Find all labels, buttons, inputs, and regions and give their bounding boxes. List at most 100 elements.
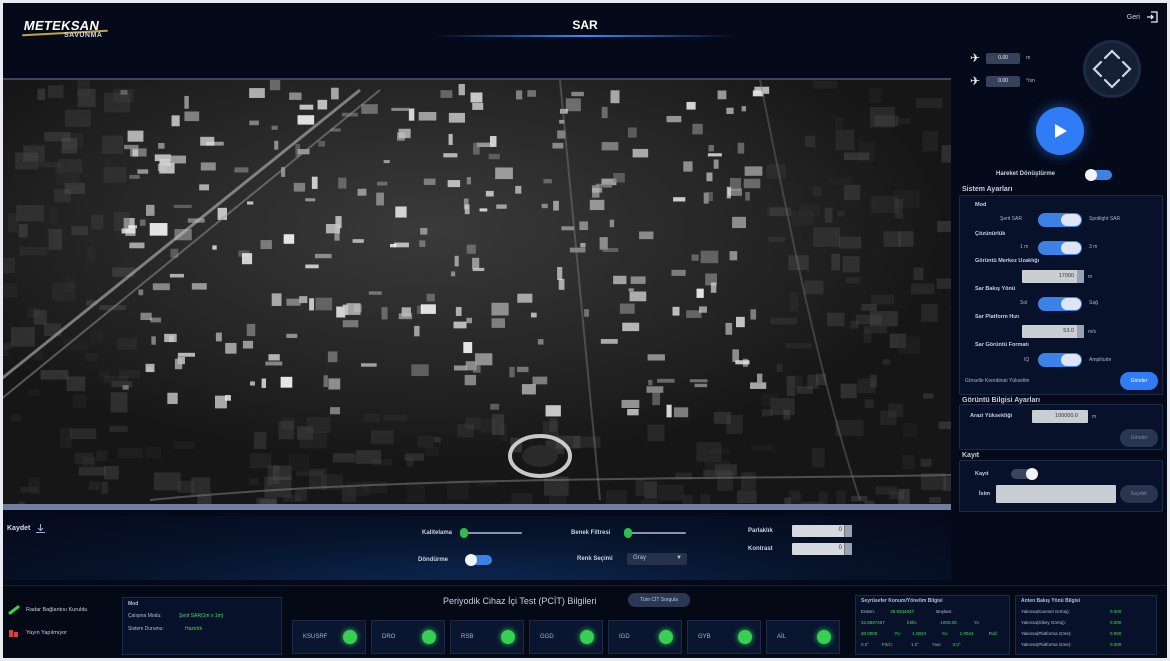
sar-speckle — [750, 309, 757, 320]
sar-speckle — [110, 392, 128, 413]
sar-speckle — [923, 393, 934, 399]
sar-speckle — [448, 133, 453, 145]
contrast-input[interactable]: 0 — [792, 543, 852, 555]
mode-toggle[interactable] — [1038, 213, 1082, 227]
antenna-cell-value: 0.000 — [1110, 642, 1122, 647]
sar-speckle — [121, 228, 136, 234]
sar-speckle — [756, 373, 763, 384]
terrain-height-input[interactable]: 100000.0 — [1032, 410, 1088, 423]
sar-image-viewer[interactable] — [0, 78, 951, 510]
sar-speckle — [863, 329, 872, 343]
sar-speckle — [330, 407, 341, 415]
sar-speckle — [811, 448, 825, 468]
sar-speckle — [509, 366, 515, 378]
platform-speed-input[interactable]: 53.0 — [1022, 325, 1084, 338]
sar-speckle — [589, 199, 605, 211]
contrast-spinner[interactable] — [844, 543, 852, 555]
sar-speckle — [363, 413, 380, 423]
motion-toggle[interactable] — [1085, 169, 1112, 181]
sar-speckle — [128, 225, 138, 229]
sar-speckle — [18, 501, 25, 504]
sar-speckle — [325, 223, 340, 234]
sar-speckle — [153, 472, 181, 491]
sar-speckle — [127, 130, 144, 142]
record-save-button[interactable]: Kaydet — [1120, 485, 1158, 503]
record-name-input[interactable] — [996, 485, 1116, 503]
navigation-cell: 32.8597457 — [861, 620, 885, 625]
sar-speckle — [470, 92, 483, 103]
sar-speckle — [332, 453, 356, 463]
sar-speckle — [177, 356, 185, 365]
save-image-button[interactable]: Kaydet — [7, 524, 46, 533]
sar-speckle — [286, 298, 301, 306]
image-format-toggle[interactable] — [1038, 353, 1082, 367]
sar-speckle — [553, 200, 559, 211]
sar-speckle — [571, 91, 584, 97]
sar-speckle — [796, 386, 813, 394]
pct-tile-igd: IGD — [608, 620, 682, 654]
sar-speckle — [37, 161, 62, 168]
pct-tile-gyb: GYB — [687, 620, 761, 654]
sar-speckle — [630, 276, 646, 284]
sar-speckle — [883, 231, 901, 247]
sar-speckle — [541, 203, 548, 209]
link-icon — [8, 605, 20, 615]
navigation-cell: Boylam: — [936, 609, 953, 614]
brightness-spinner[interactable] — [844, 525, 852, 537]
sar-speckle — [346, 303, 361, 315]
sar-speckle — [463, 342, 473, 354]
exit-button[interactable]: Geri — [1127, 11, 1158, 23]
flight-value-1[interactable]: 0.00 — [986, 52, 1021, 64]
sar-speckle — [15, 152, 39, 170]
sar-speckle — [466, 244, 476, 254]
contrast-slider[interactable] — [460, 528, 522, 538]
sar-speckle — [491, 302, 509, 316]
record-state-label: Kayıt — [975, 471, 989, 477]
sar-speckle — [383, 160, 390, 164]
speckle-filter-slider[interactable] — [624, 528, 686, 538]
sar-speckle — [376, 192, 384, 206]
brightness-input[interactable]: 0 — [792, 525, 852, 537]
sar-speckle — [352, 239, 364, 243]
antenna-cell-value: 0.000 — [1110, 631, 1122, 636]
sar-speckle — [19, 246, 48, 256]
mode-info-title: Mod — [128, 601, 139, 607]
sar-speckle — [836, 490, 846, 504]
sar-speckle — [269, 80, 281, 91]
sar-speckle — [323, 375, 328, 388]
sar-speckle — [855, 314, 882, 325]
sar-speckle — [328, 378, 341, 390]
sar-speckle — [103, 167, 127, 183]
center-distance-input[interactable]: 17000 — [1022, 270, 1084, 283]
resolution-toggle[interactable] — [1038, 241, 1082, 255]
sar-speckle — [706, 172, 713, 182]
sar-speckle — [898, 336, 921, 354]
sar-speckle — [355, 450, 382, 464]
flight-value-2[interactable]: 0.00 — [986, 75, 1021, 87]
sar-speckle — [837, 210, 845, 217]
system-send-button[interactable]: Gönder — [1120, 372, 1158, 390]
rotate-toggle[interactable] — [465, 554, 492, 566]
sar-speckle — [411, 364, 429, 377]
sar-speckle — [472, 102, 484, 110]
play-button[interactable] — [1036, 107, 1084, 155]
contrast-slider-knob[interactable] — [460, 528, 468, 538]
navigation-cell: Yo: — [894, 631, 901, 636]
sar-speckle — [857, 378, 876, 394]
direction-pad[interactable] — [1083, 40, 1141, 98]
speckle-filter-knob[interactable] — [624, 528, 632, 538]
sar-speckle — [152, 283, 170, 291]
sar-speckle — [694, 383, 708, 388]
sar-speckle — [102, 135, 124, 155]
color-select[interactable]: Gray ▼ — [627, 553, 687, 565]
look-direction-toggle[interactable] — [1038, 297, 1082, 311]
sar-speckle — [647, 424, 665, 442]
look-direction-label: Sar Bakış Yönü — [975, 286, 1016, 292]
sar-speckle — [599, 237, 608, 250]
sar-speckle — [783, 409, 791, 420]
record-toggle[interactable] — [1011, 468, 1038, 480]
display-send-button[interactable]: Gönder — [1120, 429, 1158, 447]
sar-speckle — [569, 247, 586, 253]
query-all-pct-button[interactable]: Tüm CİT Sorgula — [628, 593, 690, 607]
sar-speckle — [419, 240, 426, 247]
